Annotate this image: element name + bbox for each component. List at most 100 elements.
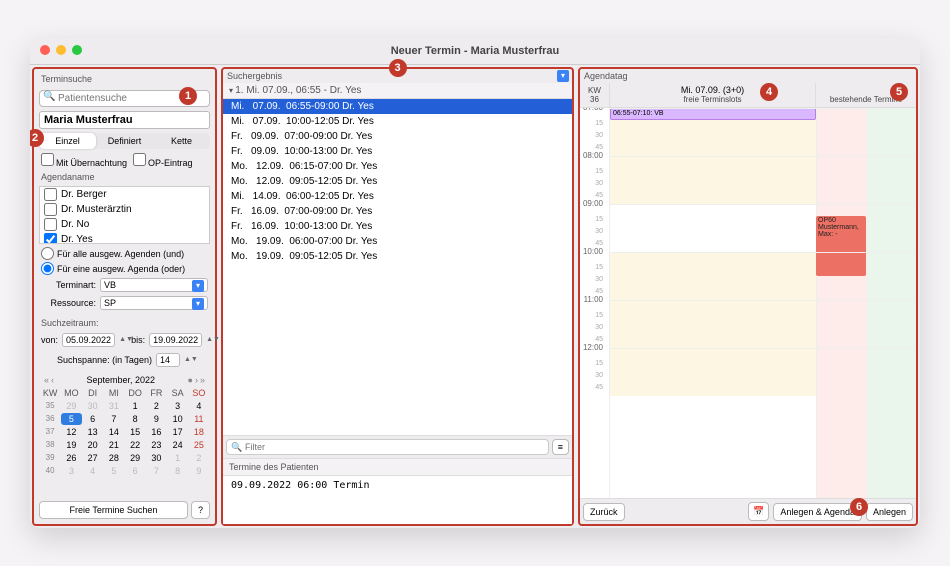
prev-year-icon[interactable]: « [44, 375, 49, 385]
calendar-day[interactable]: 8 [125, 413, 145, 425]
calendar-day[interactable]: 30 [146, 452, 166, 464]
calendar-day[interactable]: 5 [61, 413, 81, 425]
result-row[interactable]: Fr. 16.09. 10:00-13:00 Dr. Yes [223, 219, 572, 234]
calendar-day[interactable]: 22 [125, 439, 145, 451]
patient-term-row[interactable]: 09.09.2022 06:00 Termin [223, 476, 572, 524]
calendar-day[interactable]: 9 [146, 413, 166, 425]
calendar-day[interactable]: 21 [104, 439, 124, 451]
calendar-day[interactable]: 1 [125, 400, 145, 412]
calendar-day[interactable]: 23 [146, 439, 166, 451]
result-row[interactable]: Mo. 19.09. 06:00-07:00 Dr. Yes [223, 234, 572, 249]
stepper-icon[interactable]: ▲▼ [119, 337, 127, 343]
anlegen-button[interactable]: Anlegen [866, 503, 913, 521]
traffic-lights [40, 45, 82, 55]
filter-input[interactable] [226, 439, 549, 455]
date-to[interactable]: 19.09.2022 [149, 333, 202, 347]
date-from[interactable]: 05.09.2022 [62, 333, 115, 347]
tab-kette[interactable]: Kette [153, 133, 210, 149]
calendar-day[interactable]: 30 [83, 400, 103, 412]
stepper-icon[interactable]: ▲▼ [206, 337, 214, 343]
patient-name[interactable]: Maria Musterfrau [39, 111, 210, 129]
result-group[interactable]: 1. Mi. 07.09., 06:55 - Dr. Yes [223, 83, 572, 99]
ressource-select[interactable]: SP [100, 296, 208, 310]
stepper-icon[interactable]: ▲▼ [184, 357, 192, 363]
calendar-day[interactable]: 1 [168, 452, 188, 464]
calendar-day[interactable]: 14 [104, 426, 124, 438]
calendar-day[interactable]: 6 [125, 465, 145, 477]
tab-definiert[interactable]: Definiert [96, 133, 153, 149]
calendar-day[interactable]: 15 [125, 426, 145, 438]
calendar-day[interactable]: 24 [168, 439, 188, 451]
next-month-icon[interactable]: › [195, 375, 198, 385]
next-year-icon[interactable]: » [200, 375, 205, 385]
calendar-day[interactable]: 4 [189, 400, 209, 412]
calendar-day[interactable]: 2 [189, 452, 209, 464]
terminart-select[interactable]: VB [100, 278, 208, 292]
calendar-day[interactable]: 10 [168, 413, 188, 425]
list-item[interactable]: Dr. No [40, 217, 209, 232]
result-row[interactable]: Mi. 07.09. 06:55-09:00 Dr. Yes [223, 99, 572, 114]
free-slot-block[interactable]: 06:55-07:10: VB [610, 108, 816, 120]
result-row[interactable]: Fr. 09.09. 10:00-13:00 Dr. Yes [223, 144, 572, 159]
radio-one[interactable]: Für eine ausgew. Agenda (oder) [37, 261, 212, 276]
result-row[interactable]: Mo. 12.09. 06:15-07:00 Dr. Yes [223, 159, 572, 174]
calendar-day[interactable]: 13 [83, 426, 103, 438]
search-free-button[interactable]: Freie Termine Suchen [39, 501, 188, 519]
result-row[interactable]: Mo. 12.09. 09:05-12:05 Dr. Yes [223, 174, 572, 189]
calendar-day[interactable]: 7 [104, 413, 124, 425]
help-button[interactable]: ? [191, 501, 210, 519]
calendar-icon-button[interactable]: 📅 [748, 502, 769, 521]
result-row[interactable]: Fr. 16.09. 07:00-09:00 Dr. Yes [223, 204, 572, 219]
radio-all[interactable]: Für alle ausgew. Agenden (und) [37, 246, 212, 261]
calendar-day[interactable]: 20 [83, 439, 103, 451]
calendar-day[interactable]: 19 [61, 439, 81, 451]
calendar-day[interactable]: 5 [104, 465, 124, 477]
timegrid[interactable]: 07:0015304508:0015304509:0015304510:0015… [580, 108, 916, 498]
back-button[interactable]: Zurück [583, 503, 625, 521]
calendar-day[interactable]: 6 [83, 413, 103, 425]
result-row[interactable]: Mi. 14.09. 06:00-12:05 Dr. Yes [223, 189, 572, 204]
calendar-day[interactable]: 4 [83, 465, 103, 477]
chk-overnight[interactable]: Mit Übernachtung [41, 153, 127, 168]
list-item[interactable]: Dr. Musterärztin [40, 202, 209, 217]
result-row[interactable]: Fr. 09.09. 07:00-09:00 Dr. Yes [223, 129, 572, 144]
calendar-day[interactable]: 17 [168, 426, 188, 438]
calendar-day[interactable]: 25 [189, 439, 209, 451]
calendar-day[interactable]: 29 [61, 400, 81, 412]
calendar-day[interactable]: 3 [61, 465, 81, 477]
calendar-day[interactable]: 16 [146, 426, 166, 438]
list-item[interactable]: Dr. Yes [40, 232, 209, 244]
calendar-day[interactable]: 12 [61, 426, 81, 438]
tab-einzel[interactable]: Einzel [39, 133, 96, 149]
calendar-day[interactable]: 28 [104, 452, 124, 464]
chk-op[interactable]: OP-Eintrag [133, 153, 193, 168]
suchzeitraum-label: Suchzeitraum: [37, 316, 212, 330]
zoom-icon[interactable] [72, 45, 82, 55]
calendar-day[interactable]: 7 [146, 465, 166, 477]
close-icon[interactable] [40, 45, 50, 55]
ressource-label: Ressource: [41, 298, 96, 308]
calendar-day[interactable]: 27 [83, 452, 103, 464]
list-item[interactable]: Dr. Berger [40, 187, 209, 202]
calendar-day[interactable]: 31 [104, 400, 124, 412]
calendar-day[interactable]: 8 [168, 465, 188, 477]
badge-1: 1 [179, 87, 197, 105]
result-list: Mi. 07.09. 06:55-09:00 Dr. YesMi. 07.09.… [223, 99, 572, 435]
calendar-day[interactable]: 2 [146, 400, 166, 412]
calendar-day[interactable]: 26 [61, 452, 81, 464]
result-row[interactable]: Mo. 19.09. 09:05-12:05 Dr. Yes [223, 249, 572, 264]
anlegen-agenda-button[interactable]: Anlegen & Agenda [773, 503, 862, 521]
calendar-day[interactable]: 18 [189, 426, 209, 438]
minimize-icon[interactable] [56, 45, 66, 55]
today-icon[interactable]: ● [188, 375, 193, 385]
calendar-day[interactable]: 9 [189, 465, 209, 477]
agenda-list: Dr. Berger Dr. Musterärztin Dr. No Dr. Y… [39, 186, 210, 244]
prev-month-icon[interactable]: ‹ [51, 375, 54, 385]
result-row[interactable]: Mi. 07.09. 10:00-12:05 Dr. Yes [223, 114, 572, 129]
calendar-day[interactable]: 3 [168, 400, 188, 412]
filter-options-button[interactable]: ≡ [552, 439, 569, 455]
calendar-day[interactable]: 29 [125, 452, 145, 464]
existing-block[interactable]: OP60 Mustermann, Max: - [816, 216, 866, 276]
span-input[interactable]: 14 [156, 353, 180, 367]
calendar-day[interactable]: 11 [189, 413, 209, 425]
